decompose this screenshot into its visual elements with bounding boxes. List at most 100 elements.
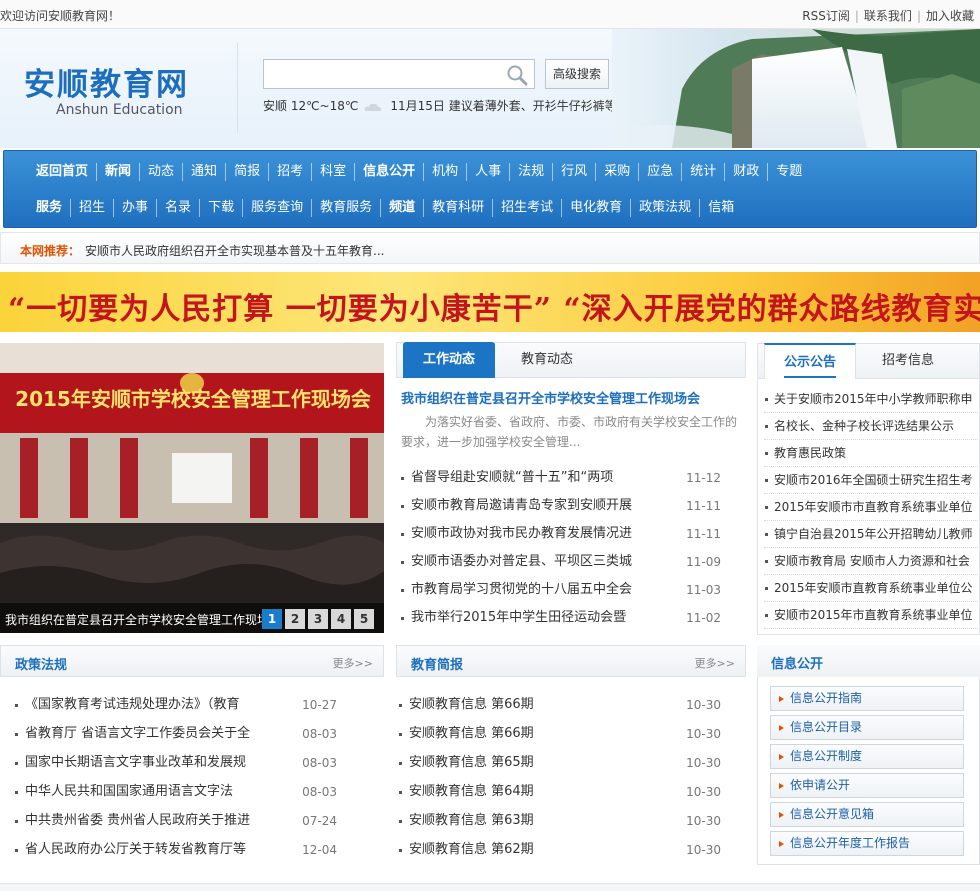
footer-divider [0,883,980,891]
list-item[interactable]: 安顺教育信息 第63期 10-30 [399,807,721,835]
nav-enroll[interactable]: 招生 [70,199,113,217]
nav-policy[interactable]: 政策法规 [630,199,699,217]
policy-more-link[interactable]: 更多>> [333,655,373,671]
nav-directory[interactable]: 名录 [156,199,199,217]
news-title: 安顺市教育局邀请青岛专家到安顺开展 [411,498,633,513]
search-icon[interactable] [506,64,528,86]
list-item[interactable]: 安顺教育信息 第66期 10-30 [399,720,721,748]
tab-edu-news[interactable]: 教育动态 [501,342,593,378]
list-item[interactable]: 中华人民共和国国家通用语言文字法 08-03 [15,778,337,806]
nav-topic[interactable]: 专题 [767,163,810,181]
info-annual-report-button[interactable]: 信息公开年度工作报告 [770,831,964,856]
nav-service[interactable]: 服务 [32,199,70,217]
recommend-link[interactable]: 安顺市人民政府组织召开全市实现基本普及十五年教育... [85,242,384,259]
policy-item-date: 08-03 [302,727,337,741]
list-item[interactable]: 安顺市2015年市直教育系统事业单位 [764,602,978,629]
news-slideshow[interactable]: 2015年安顺市学校安全管理工作现场会 我市组织在普定县召开全市学校安全管理工作… [0,343,384,633]
nav-service-query[interactable]: 服务查询 [242,199,311,217]
list-item[interactable]: 省教育厅 省语言文字工作委员会关于全 08-03 [15,720,337,748]
list-item[interactable]: 名校长、金种子校长评选结果公示 [764,413,978,440]
info-system-button[interactable]: 信息公开制度 [770,744,964,769]
news-headline[interactable]: 我市组织在普定县召开全市学校安全管理工作现场会 [401,388,700,407]
arrow-right-icon [779,724,784,731]
info-guide-button[interactable]: 信息公开指南 [770,686,964,711]
nav-home[interactable]: 返回首页 [32,163,96,181]
nav-org[interactable]: 机构 [423,163,466,181]
site-logo[interactable]: 安顺教育网 [24,59,189,104]
list-item[interactable]: 国家中长期语言文字事业改革和发展规 08-03 [15,749,337,777]
nav-conduct[interactable]: 行风 [552,163,595,181]
list-item[interactable]: 市教育局学习贯彻党的十八届五中全会 11-03 [401,576,721,604]
nav-dept[interactable]: 科室 [311,163,354,181]
info-feedback-button[interactable]: 信息公开意见箱 [770,802,964,827]
news-title: 市教育局学习贯彻党的十八届五中全会 [411,582,633,597]
search-box [263,59,535,89]
list-item[interactable]: 我市举行2015年中学生田径运动会暨 11-02 [401,604,721,632]
list-item[interactable]: 关于安顺市2015年中小学教师职称申 [764,386,978,413]
info-request-button[interactable]: 依申请公开 [770,773,964,798]
info-catalog-button[interactable]: 信息公开目录 [770,715,964,740]
nav-law[interactable]: 法规 [509,163,552,181]
contact-link[interactable]: 联系我们 [864,9,912,23]
list-item[interactable]: 安顺市语委办对普定县、平坝区三类城 11-09 [401,548,721,576]
nav-research[interactable]: 教育科研 [423,199,492,217]
news-title: 我市举行2015年中学生田径运动会暨 [411,610,627,625]
nav-purchase[interactable]: 采购 [595,163,638,181]
nav-brief[interactable]: 简报 [225,163,268,181]
slide-page-1[interactable]: 1 [262,609,282,629]
list-item[interactable]: 安顺市教育局 安顺市人力资源和社会 [764,548,978,575]
site-header: 安顺教育网 Anshun Education 高级搜索 安顺 12℃~18℃ 11… [0,29,980,148]
slide-page-5[interactable]: 5 [354,609,374,629]
recommend-bar: 本网推荐： 安顺市人民政府组织召开全市实现基本普及十五年教育... [0,232,980,264]
nav-news[interactable]: 新闻 [96,163,139,181]
slide-page-4[interactable]: 4 [331,609,351,629]
nav-edu-service[interactable]: 教育服务 [311,199,380,217]
favorite-link[interactable]: 加入收藏 [926,9,974,23]
policy-title: 政策法规 [15,658,68,673]
special-banner[interactable]: “一切要为人民打算 一切要为小康苦干” “深入开展党的群众路线教育实践活动”专栏 [0,272,980,332]
list-item[interactable]: 《国家教育考试违规处理办法》（教育 10-27 [15,691,337,719]
tab-announcements[interactable]: 公示公告 [764,343,856,379]
list-item[interactable]: 中共贵州省委 贵州省人民政府关于推进 07-24 [15,807,337,835]
nav-info-open[interactable]: 信息公开 [354,163,423,181]
nav-finance[interactable]: 财政 [724,163,767,181]
nav-mailbox[interactable]: 信箱 [699,199,742,217]
policy-item-date: 12-04 [302,843,337,857]
list-item[interactable]: 安顺市教育局邀请青岛专家到安顺开展 11-11 [401,492,721,520]
list-item[interactable]: 安顺市政协对我市民办教育发展情况进 11-11 [401,520,721,548]
list-item[interactable]: 安顺教育信息 第64期 10-30 [399,778,721,806]
slide-page-2[interactable]: 2 [285,609,305,629]
tab-work-news[interactable]: 工作动态 [403,342,495,378]
list-item[interactable]: 镇宁自治县2015年公开招聘幼儿教师 [764,521,978,548]
search-input[interactable] [264,60,499,88]
list-item[interactable]: 省人民政府办公厅关于转发省教育厅等 12-04 [15,836,337,864]
brief-item-date: 10-30 [686,814,721,828]
nav-exam[interactable]: 招考 [268,163,311,181]
nav-personnel[interactable]: 人事 [466,163,509,181]
nav-download[interactable]: 下载 [199,199,242,217]
list-item[interactable]: 安顺教育信息 第62期 10-30 [399,836,721,864]
nav-admission-exam[interactable]: 招生考试 [492,199,561,217]
nav-dynamics[interactable]: 动态 [139,163,182,181]
nav-notice[interactable]: 通知 [182,163,225,181]
slide-page-3[interactable]: 3 [308,609,328,629]
list-item[interactable]: 教育惠民政策 [764,440,978,467]
list-item[interactable]: 2015年安顺市直教育系统事业单位公 [764,575,978,602]
rss-link[interactable]: RSS订阅 [802,9,850,23]
list-item[interactable]: 安顺教育信息 第65期 10-30 [399,749,721,777]
list-item[interactable]: 安顺市2016年全国硕士研究生招生考 [764,467,978,494]
tab-recruit[interactable]: 招考信息 [862,343,954,379]
nav-affairs[interactable]: 办事 [113,199,156,217]
news-date: 11-02 [686,611,721,625]
nav-emergency[interactable]: 应急 [638,163,681,181]
list-item[interactable]: 省督导组赴安顺就“普十五”和“两项 11-12 [401,464,721,492]
nav-stats[interactable]: 统计 [681,163,724,181]
list-item[interactable]: 安顺教育信息 第66期 10-30 [399,691,721,719]
policy-item-title: 中华人民共和国国家通用语言文字法 [25,784,234,799]
advanced-search-button[interactable]: 高级搜索 [545,59,609,89]
list-item[interactable]: 2015年安顺市市直教育系统事业单位 [764,494,978,521]
slide-caption-text[interactable]: 我市组织在普定县召开全市学校安全管理工作现场会 [5,611,281,628]
brief-more-link[interactable]: 更多>> [695,655,735,671]
nav-e-education[interactable]: 电化教育 [561,199,630,217]
nav-channel[interactable]: 频道 [380,199,423,217]
